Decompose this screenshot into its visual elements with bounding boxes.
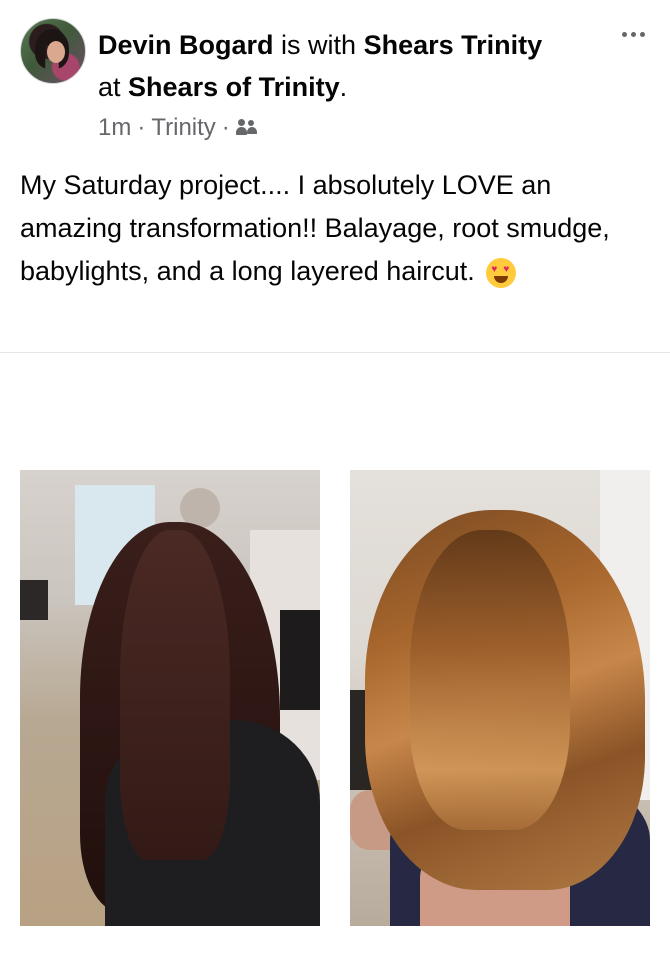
post-meta: 1m · Trinity · [98, 114, 258, 142]
hair-highlight-shape [120, 530, 230, 860]
before-photo[interactable] [20, 470, 320, 926]
tagged-user-link[interactable]: Shears Trinity [364, 30, 543, 60]
post-title: Devin Bogard is with Shears Trinity [98, 28, 608, 62]
after-photo[interactable] [350, 470, 650, 926]
content-divider [0, 352, 670, 353]
author-name-link[interactable]: Devin Bogard [98, 30, 274, 60]
post-time[interactable]: 1m [98, 114, 131, 142]
group-icon[interactable] [235, 119, 258, 137]
with-text: is with [273, 30, 364, 60]
post-header: Devin Bogard is with Shears Trinity at S… [0, 0, 670, 150]
location-link[interactable]: Shears of Trinity [128, 72, 340, 102]
hair-layer-shape [410, 530, 570, 830]
post-text: My Saturday project.... I absolutely LOV… [20, 164, 640, 293]
meta-separator-2: · [221, 114, 230, 141]
post-text-content: My Saturday project.... I absolutely LOV… [20, 170, 610, 286]
station-shape [280, 610, 320, 710]
chair-shape [20, 580, 48, 620]
avatar-face [47, 41, 65, 63]
post-title-location: at Shears of Trinity. [98, 70, 347, 104]
title-period: . [339, 72, 348, 102]
at-text: at [98, 72, 129, 102]
post-place[interactable]: Trinity [151, 114, 215, 142]
author-avatar[interactable] [20, 18, 86, 84]
meta-separator: · [137, 114, 146, 141]
heart-eyes-emoji: ♥ ♥ [486, 257, 517, 288]
more-options-icon[interactable] [622, 24, 652, 44]
